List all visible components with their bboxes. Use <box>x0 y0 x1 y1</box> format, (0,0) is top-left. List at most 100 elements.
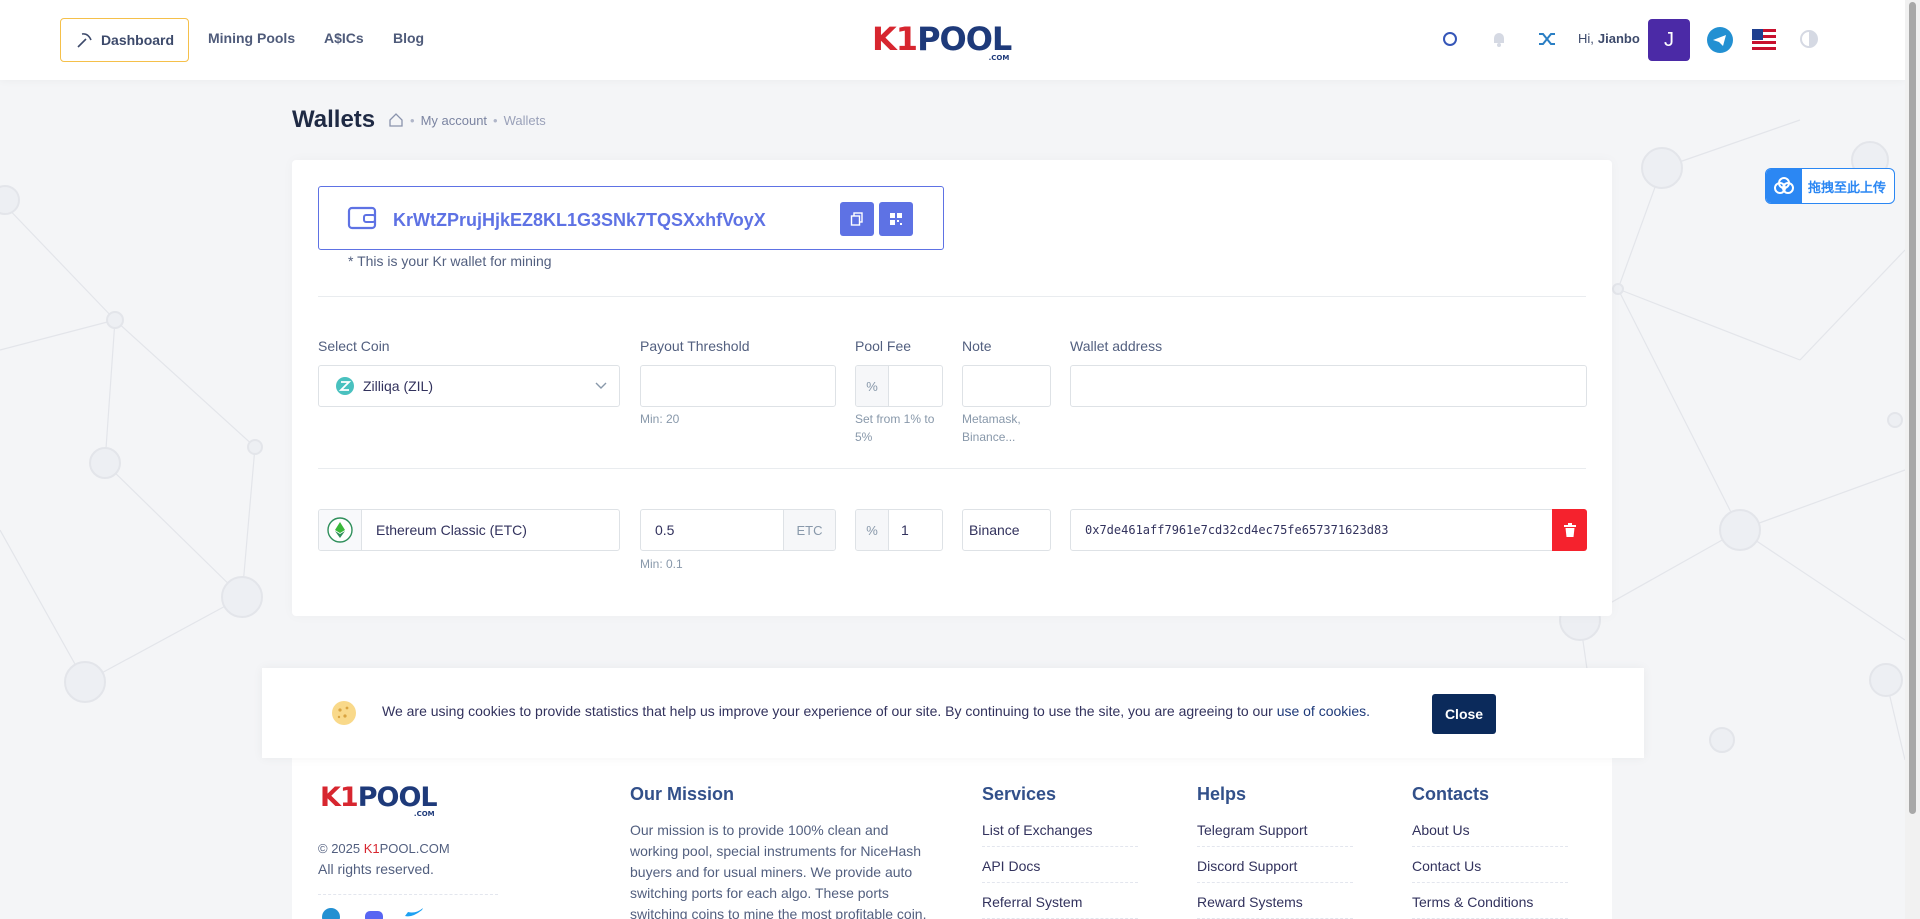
copyright-k1: K1 <box>363 841 380 856</box>
cookie-icon <box>332 701 356 725</box>
footer-logo[interactable]: K1POOL .COM <box>320 782 438 818</box>
breadcrumb-my-account[interactable]: My account <box>421 113 487 128</box>
note-hint-line-1: Metamask, <box>962 412 1021 426</box>
mining-wallet-box: KrWtZPrujHjkEZ8KL1G3SNk7TQSXxhfVoyX <box>318 186 944 250</box>
fee-hint-line-2: 5% <box>855 430 873 444</box>
user-greeting: Hi, Jianbo <box>1578 31 1640 46</box>
footer-services-title: Services <box>982 784 1057 804</box>
etc-pool-fee-input[interactable]: % 1 <box>855 509 943 551</box>
footer-logo-com: .COM <box>413 810 435 818</box>
cloud-upload-icon <box>1774 177 1794 194</box>
avatar[interactable]: J <box>1648 19 1690 61</box>
breadcrumb-separator: • <box>493 112 498 128</box>
search-icon[interactable] <box>1439 28 1461 50</box>
coin-field-etc: Ethereum Classic (ETC) <box>318 509 620 551</box>
footer-link-terms[interactable]: Terms & Conditions <box>1412 894 1568 919</box>
footer-link-telegram-support[interactable]: Telegram Support <box>1197 822 1353 847</box>
upload-widget[interactable]: 拖拽至此上传 <box>1765 168 1895 204</box>
wallet-address: KrWtZPrujHjkEZ8KL1G3SNk7TQSXxhfVoyX <box>393 210 766 230</box>
footer-link-contact-us[interactable]: Contact Us <box>1412 858 1568 883</box>
footer-helps-title: Helps <box>1197 784 1247 804</box>
cookie-policy-link[interactable]: use of cookies. <box>1277 703 1370 719</box>
footer-link-reward-systems[interactable]: Reward Systems <box>1197 894 1353 919</box>
theme-toggle-icon[interactable] <box>1798 28 1820 50</box>
nav-dashboard-label: Dashboard <box>100 32 175 48</box>
selected-coin: Zilliqa (ZIL) <box>363 378 434 394</box>
delete-wallet-button[interactable] <box>1552 509 1587 551</box>
footer-link-api-docs[interactable]: API Docs <box>982 858 1138 883</box>
etc-coin-name: Ethereum Classic (ETC) <box>376 522 527 538</box>
footer-link-about-us[interactable]: About Us <box>1412 822 1568 847</box>
cookie-text: We are using cookies to provide statisti… <box>382 703 1277 719</box>
discord-icon[interactable] <box>364 908 384 919</box>
nav-blog[interactable]: Blog <box>393 30 424 46</box>
label-select-coin: Select Coin <box>318 338 390 354</box>
copy-address-button[interactable] <box>840 202 874 236</box>
home-icon[interactable] <box>388 112 404 128</box>
user-name: Jianbo <box>1597 31 1640 46</box>
footer-logo-pool: POOL <box>357 782 438 813</box>
zilliqa-coin-icon <box>336 377 354 395</box>
trash-icon <box>1563 523 1576 537</box>
ethereum-classic-icon <box>327 517 353 543</box>
scrollbar-thumb[interactable] <box>1909 2 1916 814</box>
copy-icon <box>850 212 863 226</box>
qr-code-button[interactable] <box>879 202 913 236</box>
select-coin-dropdown[interactable]: Zilliqa (ZIL) <box>318 365 620 407</box>
pool-fee-input[interactable]: % <box>855 365 943 407</box>
upload-label: 拖拽至此上传 <box>1808 179 1887 195</box>
footer-link-discord-support[interactable]: Discord Support <box>1197 858 1353 883</box>
shuffle-icon[interactable] <box>1536 28 1558 50</box>
nav-mining-pools[interactable]: Mining Pools <box>208 30 295 46</box>
nav-dashboard-button[interactable]: Dashboard <box>60 18 189 62</box>
upload-icon-box <box>1766 169 1802 203</box>
bell-icon[interactable] <box>1488 28 1510 50</box>
greeting-text: Hi, <box>1578 31 1594 46</box>
telegram-icon[interactable] <box>322 908 340 919</box>
logo-k1: K1 <box>872 20 918 58</box>
twitter-icon[interactable] <box>404 908 424 919</box>
etc-note-value: Binance <box>969 522 1020 538</box>
us-flag-icon[interactable] <box>1752 29 1776 51</box>
qr-code-icon <box>890 213 902 225</box>
payout-threshold-input[interactable] <box>640 365 836 407</box>
breadcrumb-separator: • <box>410 112 415 128</box>
footer-logo-k1: K1 <box>320 782 359 813</box>
etc-unit-addon: ETC <box>783 510 835 550</box>
logo-pool: POOL <box>917 20 1012 58</box>
threshold-hint: Min: 20 <box>640 412 680 426</box>
note-input[interactable] <box>962 365 1051 407</box>
cookie-message: We are using cookies to provide statisti… <box>382 703 1370 719</box>
footer-link-exchanges[interactable]: List of Exchanges <box>982 822 1138 847</box>
wallet-address-input[interactable] <box>1070 365 1587 407</box>
label-note: Note <box>962 338 992 354</box>
cookie-close-button[interactable]: Close <box>1432 694 1496 734</box>
logo-com: .COM <box>988 54 1010 62</box>
footer-link-referral[interactable]: Referral System <box>982 894 1138 919</box>
wallet-note: * This is your Kr wallet for mining <box>348 253 552 269</box>
etc-wallet-address: 0x7de461aff7961e7cd32cd4ec75fe657371623d… <box>1085 523 1389 537</box>
etc-note-input[interactable]: Binance <box>962 509 1051 551</box>
header-logo[interactable]: K1POOL .COM <box>872 20 1012 62</box>
pickaxe-icon <box>77 33 92 48</box>
cookie-banner: We are using cookies to provide statisti… <box>262 668 1644 758</box>
divider <box>318 296 1586 297</box>
etc-fee-value: 1 <box>901 522 909 538</box>
telegram-icon[interactable] <box>1707 27 1733 53</box>
footer-mission-text: Our mission is to provide 100% clean and… <box>630 822 927 919</box>
etc-icon-addon <box>319 510 362 550</box>
etc-threshold-value: 0.5 <box>655 522 675 538</box>
footer-divider <box>318 894 498 895</box>
page-scrollbar[interactable] <box>1905 0 1920 919</box>
etc-payout-threshold-input[interactable]: 0.5 ETC <box>640 509 836 551</box>
footer-contacts-title: Contacts <box>1412 784 1490 804</box>
page-title: Wallets <box>292 106 376 133</box>
chevron-down-icon <box>595 382 607 389</box>
etc-wallet-address-input[interactable]: 0x7de461aff7961e7cd32cd4ec75fe657371623d… <box>1070 509 1553 551</box>
wallet-icon <box>347 206 377 230</box>
label-payout-threshold: Payout Threshold <box>640 338 750 354</box>
breadcrumb: • My account • Wallets <box>388 112 546 128</box>
breadcrumb-current: Wallets <box>503 112 546 128</box>
nav-asics[interactable]: A$ICs <box>324 30 364 46</box>
footer-copyright: © 2025 K1POOL.COM <box>318 838 450 859</box>
